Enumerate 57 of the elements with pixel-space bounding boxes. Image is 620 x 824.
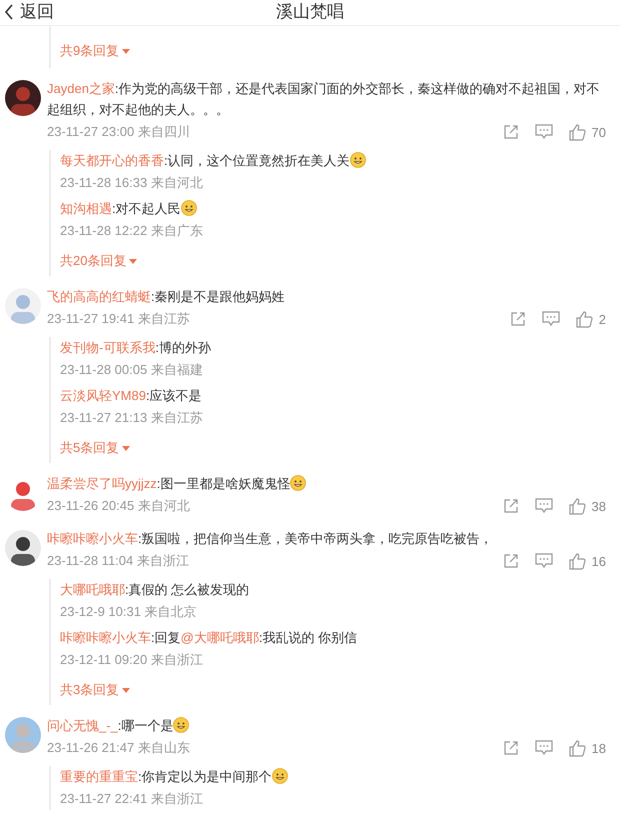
more-replies-link[interactable]: 共5条回复 bbox=[60, 437, 130, 459]
like-button[interactable]: 2 bbox=[576, 310, 606, 328]
caret-icon bbox=[122, 446, 130, 450]
like-icon bbox=[568, 124, 586, 140]
comment-icon[interactable] bbox=[534, 498, 553, 514]
comment-icon[interactable] bbox=[534, 553, 553, 569]
reply-text: 云淡风轻YM89:应该不是 bbox=[60, 387, 203, 405]
caret-icon bbox=[122, 688, 130, 692]
share-icon[interactable] bbox=[502, 124, 519, 140]
share-icon[interactable] bbox=[510, 311, 526, 327]
comment-text: 咔嚓咔嚓小火车:叛国啦，把信仰当生意，美帝中帝两头拿，吃完原告吃被告， bbox=[47, 530, 494, 548]
reply-text: 知沟相遇:对不起人民 bbox=[60, 198, 606, 220]
timestamp: 23-11-28 12:22 来自广东 bbox=[60, 222, 204, 240]
timestamp: 23-11-28 00:05 来自福建 bbox=[60, 361, 204, 379]
like-button[interactable]: 70 bbox=[568, 124, 606, 140]
caret-icon bbox=[129, 258, 138, 264]
comment-text: 温柔尝尽了吗yyjjzz:图一里都是啥妖魔鬼怪 bbox=[47, 473, 606, 494]
reply-text: 重要的重重宝:你肯定以为是中间那个 bbox=[60, 766, 606, 788]
timestamp: 23-11-26 21:47 来自山东 bbox=[47, 739, 190, 757]
timestamp: 23-11-27 21:13 来自江苏 bbox=[60, 409, 204, 427]
reply-text: 发刊物-可联系我:博的外孙 bbox=[60, 339, 212, 357]
reply-text: 咔嚓咔嚓小火车:回复@大哪吒哦耶:我乱说的 你别信 bbox=[60, 629, 358, 647]
like-button[interactable]: 38 bbox=[568, 498, 606, 514]
page-title: 溪山梵唱 bbox=[276, 2, 344, 21]
like-button[interactable]: 16 bbox=[568, 552, 606, 570]
timestamp: 23-11-27 23:00 来自四川 bbox=[47, 123, 190, 141]
comment-icon[interactable] bbox=[534, 740, 553, 756]
comment-text: Jayden之家:作为党的高级干部，还是代表国家门面的外交部长，秦这样做的确对不起祖国，对不起组织，对不起他的夫人。。。 bbox=[47, 80, 601, 119]
share-icon[interactable] bbox=[502, 740, 519, 756]
reply-text: 大哪吒哦耶:真假的 怎么被发现的 bbox=[60, 581, 250, 599]
timestamp: 23-11-27 19:41 来自江苏 bbox=[47, 310, 190, 328]
share-icon[interactable] bbox=[502, 498, 519, 514]
avatar[interactable] bbox=[5, 530, 41, 566]
comment-icon[interactable] bbox=[542, 311, 560, 327]
comment-text: 问心无愧_-_:哪一个是 bbox=[47, 715, 606, 736]
timestamp: 23-11-28 11:04 来自浙江 bbox=[47, 552, 189, 570]
timestamp: 23-11-27 22:41 来自浙江 bbox=[60, 790, 204, 808]
back-button[interactable]: 返回 bbox=[0, 0, 54, 23]
like-icon bbox=[576, 310, 593, 328]
like-icon bbox=[568, 740, 586, 756]
timestamp: 23-12-9 10:31 来自北京 bbox=[60, 603, 198, 621]
like-icon bbox=[568, 498, 586, 514]
comment-icon[interactable] bbox=[534, 124, 553, 140]
like-button[interactable]: 18 bbox=[568, 740, 606, 756]
avatar[interactable] bbox=[5, 80, 41, 116]
share-icon[interactable] bbox=[502, 553, 519, 569]
back-icon bbox=[4, 4, 14, 20]
reply-text: 每天都开心的香香:认同，这个位置竟然折在美人关 bbox=[60, 150, 606, 172]
more-replies-link[interactable]: 共9条回复 bbox=[60, 40, 130, 62]
comment-text: 飞的高高的红蜻蜓:秦刚是不是跟他妈妈姓 bbox=[47, 288, 286, 306]
more-replies-link[interactable]: 共3条回复 bbox=[60, 679, 130, 701]
more-replies-link[interactable]: 共20条回复 bbox=[60, 250, 138, 272]
like-icon bbox=[568, 552, 586, 570]
timestamp: 23-11-28 16:33 来自河北 bbox=[60, 174, 204, 192]
timestamp: 23-12-11 09:20 来自浙江 bbox=[60, 651, 204, 669]
timestamp: 23-11-26 20:45 来自河北 bbox=[47, 497, 190, 515]
caret-icon bbox=[122, 48, 130, 54]
